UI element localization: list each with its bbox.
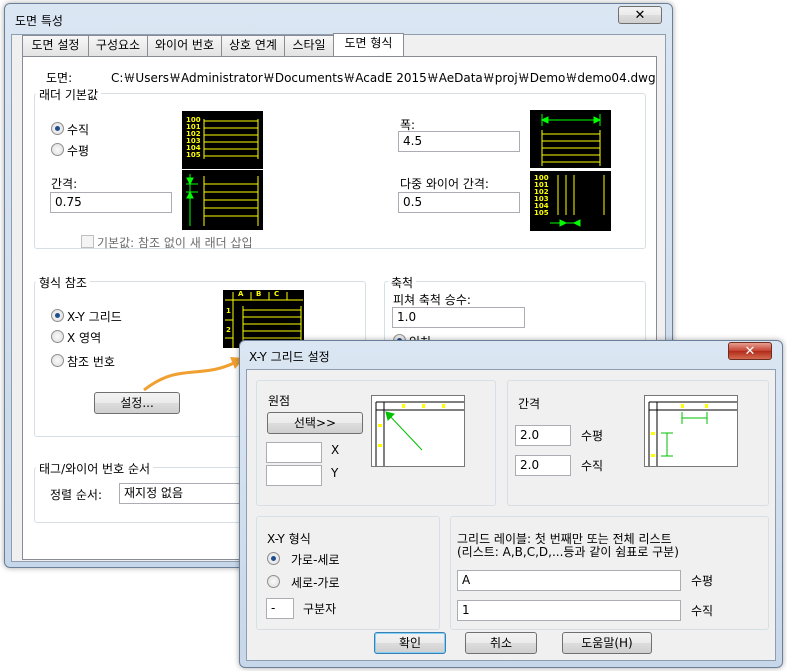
width-field[interactable]: 4.5 [398,131,520,152]
label-vertical-field[interactable]: 1 [457,600,681,621]
ladder-defaults-title: 래더 기본값 [36,86,102,103]
label-horizontal-label: 수평 [691,574,714,588]
drawing-label: 도면: [46,71,73,85]
cancel-button[interactable]: 취소 [465,632,537,654]
select-origin-button[interactable]: 선택>> [267,412,363,434]
xy-grid-setup-dialog: X-Y 그리드 설정 ✕ 원점 선택>> X Y 간격 2.0 수평 2.0 수… [239,340,783,668]
row-col-radio[interactable] [267,552,280,565]
spacing-vertical-label: 수직 [581,459,604,473]
sort-order-value: 재지정 없음 [124,486,184,500]
separator-field[interactable]: - [266,598,294,619]
origin-preview-drawing [375,401,464,466]
spacing-vertical-field[interactable]: 2.0 [515,455,571,476]
ref-number-label: 참조 번호 [67,355,115,369]
spacing-field[interactable]: 0.75 [50,192,172,213]
feature-scale-field[interactable]: 1.0 [392,307,525,328]
feature-scale-label: 피쳐 축척 승수: [393,293,471,307]
callout-arrow [143,357,244,392]
spacing-preview [644,395,738,467]
close-icon: ✕ [634,8,646,23]
xy-grid-label: X-Y 그리드 [67,310,122,324]
close-button[interactable]: ✕ [618,6,662,24]
ladder-number: 105 [534,209,549,217]
sort-order-select[interactable]: 재지정 없음 [119,483,259,504]
format-reference-title: 형식 참조 [36,274,90,291]
spacing-horizontal-field[interactable]: 2.0 [515,425,571,446]
spacing-preview-drawing [648,401,737,466]
label-vertical-label: 수직 [691,604,714,618]
ladder-number: 105 [186,151,201,159]
width-preview [530,110,611,168]
separator-label: 구분자 [303,602,337,616]
grid-row-2: 2 [226,326,231,334]
xy-format-title: X-Y 형식 [267,532,311,546]
spacing-horizontal-label: 수평 [581,429,604,443]
grid-col-b: B [256,290,262,298]
x-zone-label: X 영역 [67,331,102,345]
window-title: 도면 특성 [15,14,63,28]
dialog-client-area: 원점 선택>> X Y 간격 2.0 수평 2.0 수직 X-Y 형식 가로-세… [246,369,776,661]
close-icon: ✕ [744,344,756,359]
sort-order-label: 정렬 순서: [50,488,103,502]
spacing-preview-lines [186,174,259,226]
origin-x-field[interactable] [266,442,322,463]
col-row-label: 세로-가로 [291,576,340,590]
ladder-spacing-preview [182,170,263,230]
multi-wire-field[interactable]: 0.5 [398,192,520,213]
vertical-radio[interactable] [51,122,64,135]
scale-title: 축척 [388,274,417,291]
ref-number-radio[interactable] [51,354,64,367]
ladder-vertical-preview: 100 101 102 103 104 105 [182,111,263,169]
grid-labels-title-line2: (리스트: A,B,C,D,...등과 같이 쉼표로 구분) [457,545,679,559]
grid-col-a: A [238,290,244,298]
vertical-label: 수직 [67,123,90,137]
multi-wire-label: 다중 와이어 간격: [400,177,489,191]
horizontal-radio[interactable] [51,143,64,156]
origin-y-label: Y [331,466,339,480]
tab-styles[interactable]: 스타일 [284,35,334,56]
dialog-title: X-Y 그리드 설정 [249,350,330,364]
multi-wire-preview: 100 101 102 103 104 105 [530,171,611,231]
col-row-radio[interactable] [267,575,280,588]
tag-order-title: 태그/와이어 번호 순서 [36,460,154,477]
drawing-path: C:￦Users￦Administrator￦Documents￦AcadE 2… [111,71,656,85]
xy-grid-radio[interactable] [51,309,64,322]
width-preview-lines [540,114,602,166]
grid-col-c: C [274,290,280,298]
ok-button[interactable]: 확인 [374,632,446,654]
origin-preview [371,395,465,467]
ladder-preview-numbers: 100 101 102 103 104 105 [186,117,201,159]
multi-wire-preview-numbers: 100 101 102 103 104 105 [534,175,549,217]
origin-x-label: X [331,443,340,457]
tab-cross-reference[interactable]: 상호 연계 [221,35,285,56]
horizontal-label: 수평 [67,144,90,158]
x-zone-radio[interactable] [51,330,64,343]
default-ladder-checkbox[interactable] [81,235,94,248]
callout-arrow-path [143,360,237,392]
default-ladder-label: 기본값: 참조 없이 새 래더 삽입 [97,236,253,250]
tab-components[interactable]: 구성요소 [88,35,148,56]
row-col-label: 가로-세로 [291,553,340,567]
dialog-close-button[interactable]: ✕ [728,342,772,360]
spacing-label: 간격: [51,177,78,191]
tab-drawing-format[interactable]: 도면 형식 [333,33,404,56]
tab-drawing-settings[interactable]: 도면 설정 [22,35,89,56]
spacing-title: 간격 [518,397,541,411]
label-horizontal-field[interactable]: A [457,570,681,591]
grid-row-1: 1 [226,307,231,315]
tab-wire-numbers[interactable]: 와이어 번호 [147,35,222,56]
origin-title: 원점 [268,394,291,408]
help-button[interactable]: 도움말(H) [562,632,652,654]
origin-y-field[interactable] [266,465,322,486]
